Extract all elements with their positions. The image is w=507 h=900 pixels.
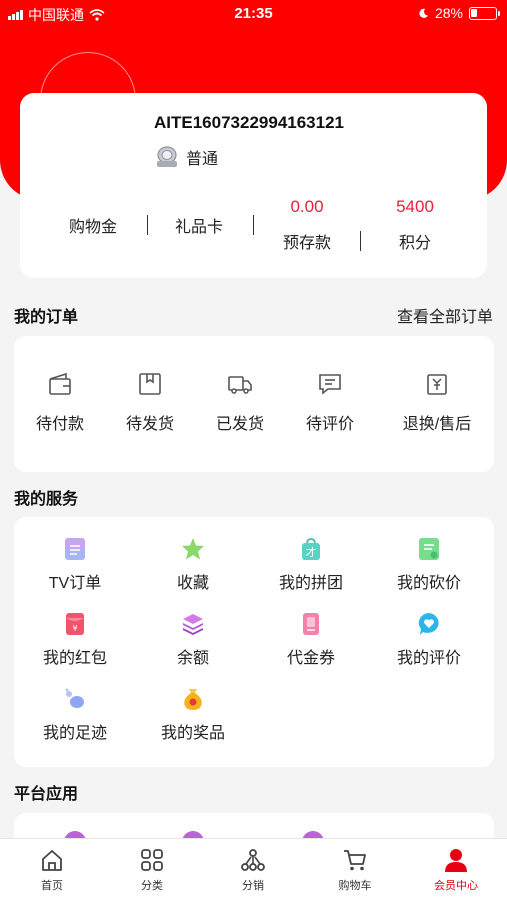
stat-value: 0.00 — [290, 197, 324, 216]
service-label: 收藏 — [176, 575, 209, 592]
orders-title: 我的订单 — [14, 309, 79, 326]
refund-icon — [427, 374, 447, 395]
service-red-packet[interactable]: ¥ 我的红包 — [20, 612, 130, 668]
stat-divider — [147, 215, 148, 235]
money-bag-icon — [184, 689, 202, 710]
orders-card: 待付款 待发货 已发货 待评价 退换/售后 — [14, 336, 494, 472]
bottom-tab-bar: 首页 分类 分销 购物车 会员中心 — [0, 838, 507, 900]
battery-percent: 28% — [434, 5, 463, 21]
service-tv-order[interactable]: TV订单 — [20, 537, 130, 593]
order-refund[interactable]: 退换/售后 — [392, 370, 482, 434]
footprint-icon — [65, 688, 84, 708]
stat-label: 礼品卡 — [174, 219, 223, 236]
stat-label: 积分 — [398, 235, 431, 252]
star-icon — [182, 538, 204, 560]
wallet-icon — [49, 372, 71, 395]
services-title: 我的服务 — [14, 491, 79, 508]
service-label: TV订单 — [48, 575, 102, 592]
layers-icon — [183, 614, 203, 635]
stat-label: 购物金 — [68, 219, 117, 236]
stat-value: 5400 — [396, 197, 434, 216]
service-favorites[interactable]: 收藏 — [138, 537, 248, 593]
svg-text:¥: ¥ — [72, 624, 77, 633]
tab-label: 分类 — [141, 880, 163, 892]
grid-icon — [141, 849, 163, 871]
service-footprint[interactable]: 我的足迹 — [20, 687, 130, 743]
order-label: 退换/售后 — [402, 416, 472, 433]
comment-icon — [319, 374, 341, 395]
service-label: 我的评价 — [396, 650, 461, 667]
service-voucher[interactable]: 代金券 — [256, 612, 366, 668]
service-balance[interactable]: 余额 — [138, 612, 248, 668]
status-right: 28% — [418, 5, 500, 21]
service-bargain[interactable]: 我的砍价 — [374, 537, 484, 593]
service-label: 余额 — [176, 650, 209, 667]
order-pending-review[interactable]: 待评价 — [290, 370, 370, 434]
order-pending-shipment[interactable]: 待发货 — [110, 370, 190, 434]
group-bag-icon: 才 — [302, 538, 320, 560]
service-label: 我的足迹 — [42, 725, 107, 742]
view-all-orders-link[interactable]: 查看全部订单 — [397, 303, 493, 327]
service-label: 我的奖品 — [160, 725, 225, 742]
order-label: 待发货 — [125, 416, 174, 433]
stat-divider — [360, 231, 361, 251]
service-prizes[interactable]: 我的奖品 — [138, 687, 248, 743]
service-my-reviews[interactable]: 我的评价 — [374, 612, 484, 668]
stat-label: 预存款 — [282, 235, 331, 252]
status-bar: 中国联通 21:35 28% — [0, 0, 507, 28]
profile-card: AITE1607322994163121 普通 购物金 礼品卡 0.00 预存款… — [20, 93, 487, 278]
tab-member-center[interactable]: 会员中心 — [416, 847, 496, 893]
member-icon — [445, 849, 467, 872]
heart-chat-icon — [418, 613, 439, 635]
voucher-icon — [303, 613, 319, 635]
stat-points[interactable]: 5400 积分 — [375, 197, 455, 253]
stat-divider — [253, 215, 254, 235]
battery-icon — [469, 6, 500, 20]
tab-label: 会员中心 — [434, 880, 478, 892]
share-tree-icon — [241, 849, 265, 871]
level-badge-icon — [157, 146, 177, 167]
tab-category[interactable]: 分类 — [112, 847, 192, 893]
tab-distribution[interactable]: 分销 — [213, 847, 293, 893]
tab-cart[interactable]: 购物车 — [315, 847, 395, 893]
tab-label: 首页 — [41, 880, 63, 892]
service-group-buy[interactable]: 才 我的拼团 — [256, 537, 366, 593]
service-label: 代金券 — [286, 650, 335, 667]
member-level: 普通 — [154, 145, 218, 169]
home-icon — [42, 850, 62, 871]
order-label: 待评价 — [305, 416, 354, 433]
tab-label: 购物车 — [338, 880, 372, 892]
box-icon — [139, 373, 161, 395]
moon-icon — [419, 8, 429, 18]
tab-home[interactable]: 首页 — [12, 847, 92, 893]
order-label: 待付款 — [35, 416, 84, 433]
truck-icon — [228, 376, 252, 394]
service-label: 我的拼团 — [278, 575, 343, 592]
stat-gift-card[interactable]: 礼品卡 — [164, 213, 234, 237]
bargain-icon — [419, 538, 439, 560]
services-card: TV订单 收藏 才 我的拼团 我的砍价 ¥ 我的红包 余额 代金券 我的评价 我… — [14, 517, 494, 767]
service-label: 我的砍价 — [396, 575, 461, 592]
tv-order-icon — [65, 538, 85, 560]
red-packet-icon: ¥ — [66, 613, 84, 635]
svg-text:才: 才 — [306, 545, 317, 559]
platform-title: 平台应用 — [14, 786, 79, 803]
cart-icon — [344, 850, 366, 871]
service-label: 我的红包 — [42, 650, 107, 667]
stat-deposit[interactable]: 0.00 预存款 — [267, 197, 347, 253]
order-pending-payment[interactable]: 待付款 — [20, 370, 100, 434]
level-name: 普通 — [186, 151, 219, 168]
stat-shopping-gold[interactable]: 购物金 — [58, 213, 128, 237]
tab-label: 分销 — [242, 880, 264, 892]
user-id: AITE1607322994163121 — [154, 113, 344, 132]
order-shipped[interactable]: 已发货 — [200, 370, 280, 434]
order-label: 已发货 — [215, 416, 264, 433]
